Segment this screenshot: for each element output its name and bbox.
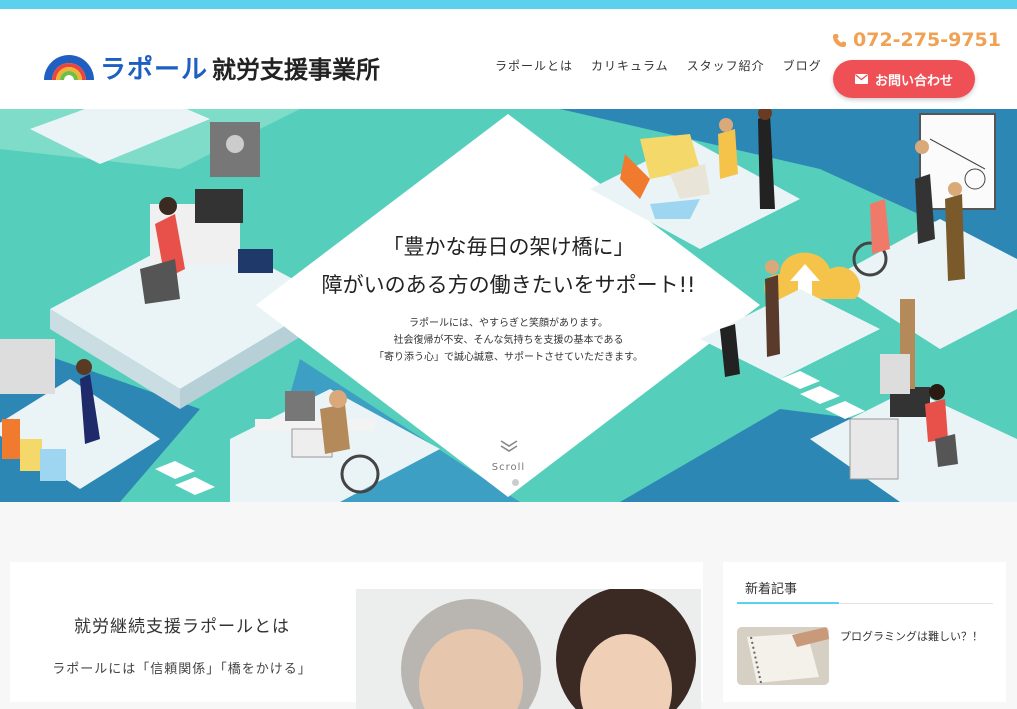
chevron-double-down-icon[interactable] [499,439,519,453]
nav-item-curriculum[interactable]: カリキュラム [591,57,669,74]
site-header: ラポール 就労支援事業所 ラポールとは カリキュラム スタッフ紹介 ブログ 07… [0,9,1017,109]
contact-button-label: お問い合わせ [874,73,953,89]
phone-number[interactable]: 072-275-9751 [832,29,1001,51]
nav-item-about[interactable]: ラポールとは [495,57,573,74]
sidebar-recent-posts: 新着記事 プログラミングは難しい？！ [723,562,1006,702]
nav-item-staff[interactable]: スタッフ紹介 [687,57,765,74]
about-section: 就労継続支援ラポールとは ラポールには「信頼関係」「橋をかける」 [10,562,703,709]
post-thumbnail[interactable] [737,627,829,685]
main-nav: ラポールとは カリキュラム スタッフ紹介 ブログ [495,57,822,74]
about-title: 就労継続支援ラポールとは [74,617,290,637]
phone-number-text: 072-275-9751 [853,29,1001,51]
post-title-link[interactable]: プログラミングは難しい？！ [840,628,983,644]
top-accent-bar [0,0,1017,9]
phone-icon [832,33,847,47]
about-text: ラポールには「信頼関係」「橋をかける」 [52,662,312,677]
about-photo [356,589,701,709]
logo-brand-text: ラポール [100,54,209,85]
envelope-icon [854,74,868,84]
logo-subtitle-text: 就労支援事業所 [212,55,381,84]
contact-button[interactable]: お問い合わせ [833,60,975,98]
nav-item-blog[interactable]: ブログ [783,57,822,74]
sidebar-title: 新着記事 [745,582,798,597]
rainbow-bridge-logo-icon [44,55,94,80]
sidebar-divider-accent [737,602,839,604]
hero-banner: 「豊かな毎日の架け橋に」 障がいのある方の働きたいをサポート!! ラポールには、… [0,109,1017,502]
staff-photo-image [356,589,701,709]
notebook-image [737,627,829,685]
site-logo[interactable]: ラポール 就労支援事業所 [42,47,380,87]
